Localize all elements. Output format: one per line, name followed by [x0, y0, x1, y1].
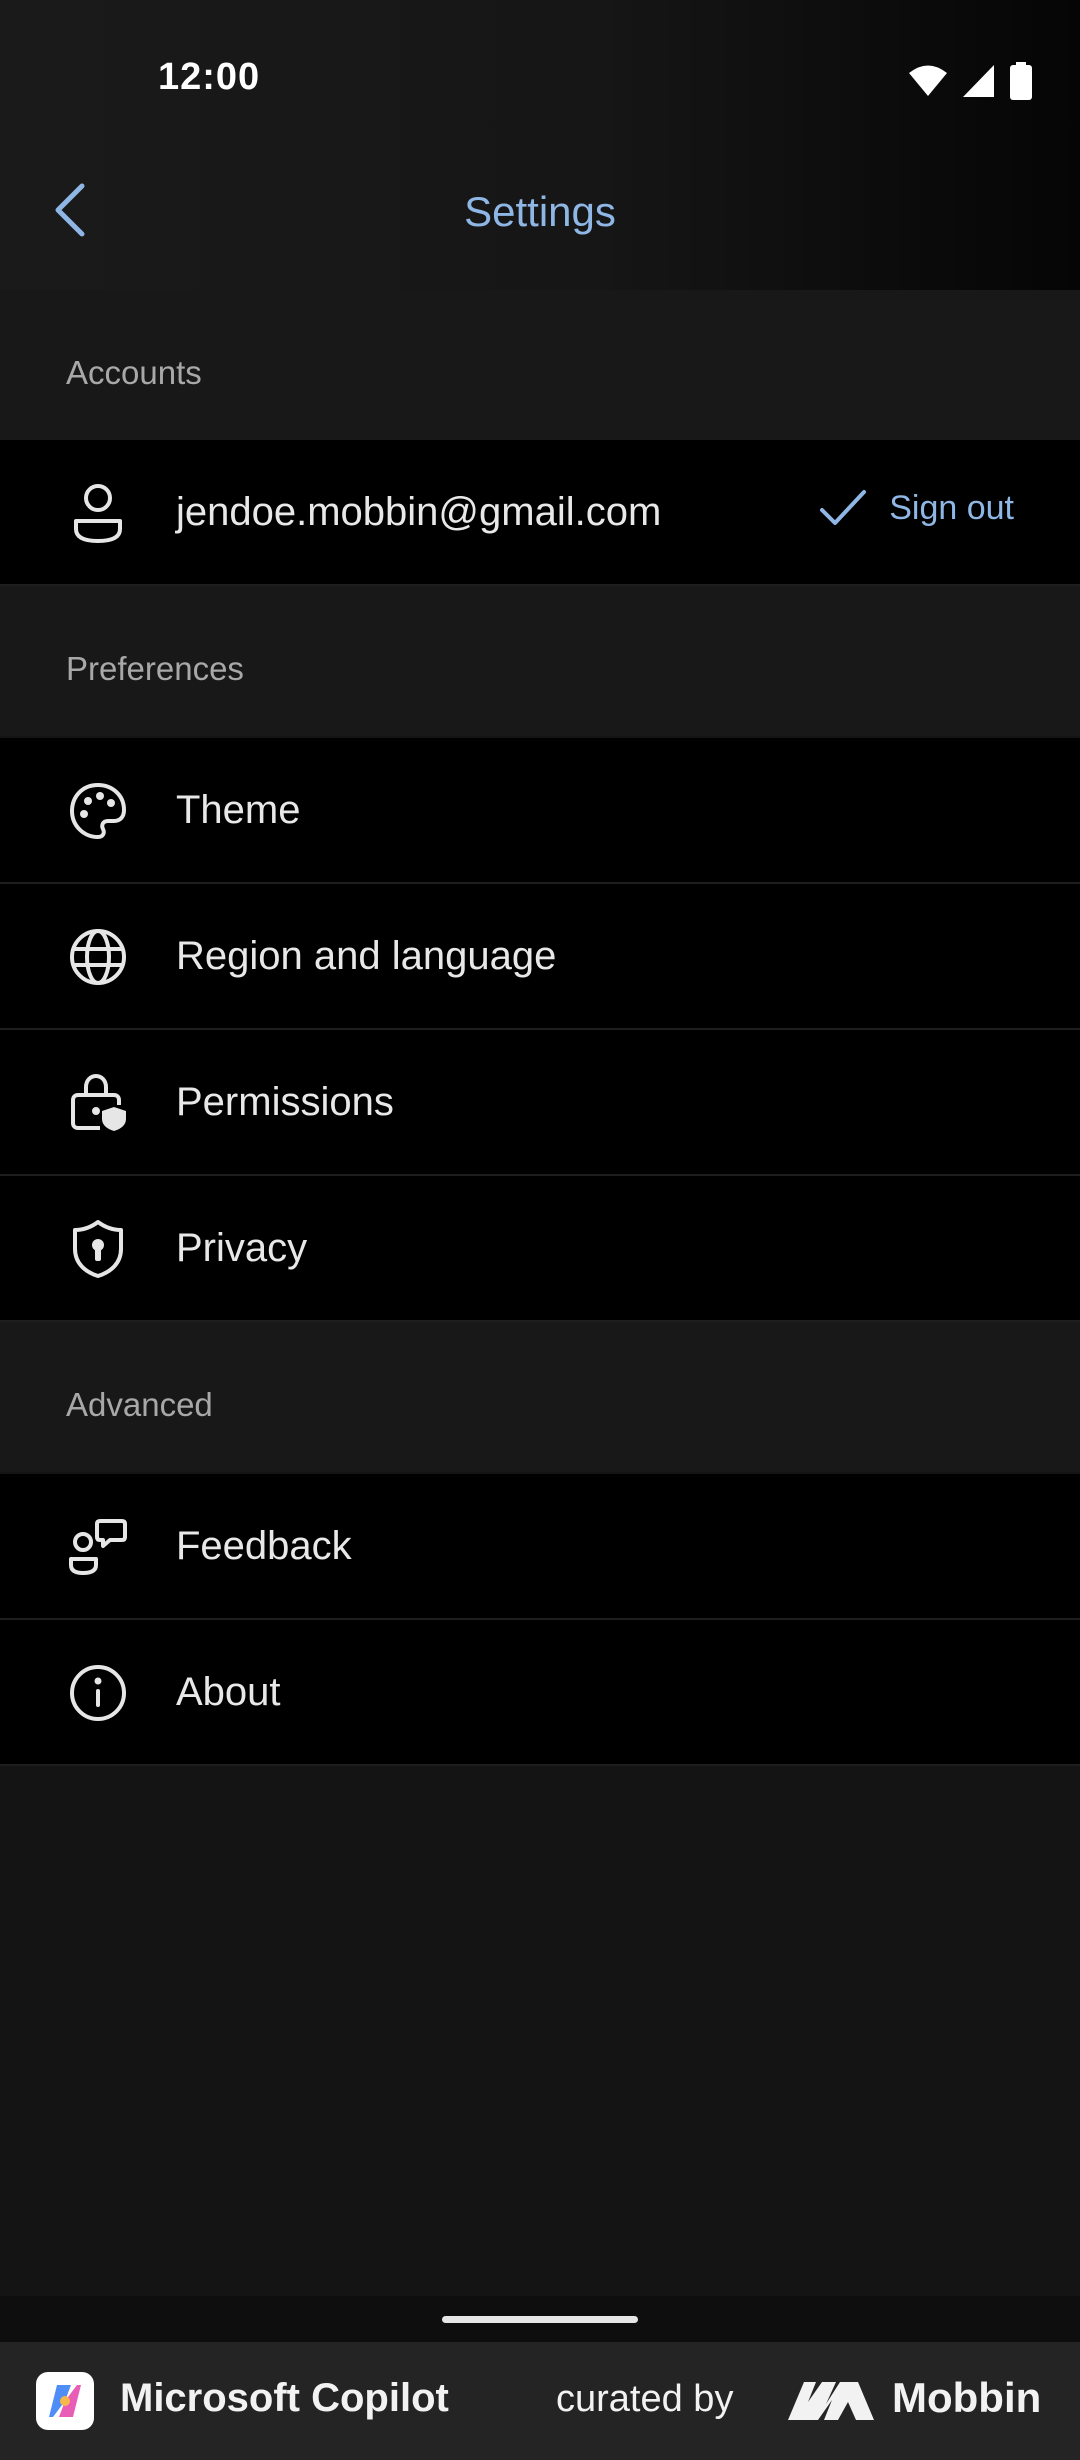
section-title-accounts: Accounts [66, 354, 202, 391]
footer-app-name: Microsoft Copilot [120, 2376, 449, 2420]
feedback-label: Feedback [176, 1524, 352, 1568]
mobbin-logo-icon [788, 2382, 874, 2420]
settings-item-region-language[interactable]: Region and language [0, 884, 1080, 1030]
wifi-icon [909, 65, 947, 96]
attribution-footer: Microsoft Copilot curated by Mobbin [0, 2342, 1080, 2460]
palette-icon [66, 779, 130, 843]
battery-icon [1010, 62, 1032, 100]
section-header-accounts: Accounts [0, 290, 1080, 440]
status-time: 12:00 [158, 56, 261, 98]
privacy-label: Privacy [176, 1226, 308, 1270]
region-language-label: Region and language [176, 934, 557, 978]
settings-item-about[interactable]: About [0, 1620, 1080, 1766]
about-label: About [176, 1670, 281, 1714]
person-icon [66, 481, 130, 545]
section-title-preferences: Preferences [66, 650, 244, 687]
footer-curated-by: curated by [556, 2378, 734, 2420]
section-title-advanced: Advanced [66, 1386, 213, 1423]
cellular-signal-icon [963, 65, 994, 97]
page-title: Settings [464, 188, 616, 235]
permissions-label: Permissions [176, 1080, 394, 1124]
theme-label: Theme [176, 788, 301, 832]
copilot-logo-icon [36, 2372, 94, 2430]
shield-keyhole-icon [66, 1217, 130, 1281]
app-bar: Settings [0, 130, 1080, 290]
sign-out-button[interactable]: Sign out [819, 488, 1014, 528]
section-header-advanced: Advanced [0, 1322, 1080, 1472]
home-indicator[interactable] [442, 2316, 638, 2323]
person-feedback-icon [66, 1515, 130, 1579]
sign-out-label: Sign out [889, 488, 1014, 527]
status-icons [908, 62, 1032, 100]
lock-shield-icon [66, 1071, 130, 1135]
checkmark-icon [820, 490, 867, 525]
settings-item-feedback[interactable]: Feedback [0, 1474, 1080, 1620]
settings-item-permissions[interactable]: Permissions [0, 1030, 1080, 1176]
account-email: jendoe.mobbin@gmail.com [176, 490, 662, 534]
settings-item-privacy[interactable]: Privacy [0, 1176, 1080, 1322]
globe-icon [66, 925, 130, 989]
footer-brand: Mobbin [892, 2374, 1042, 2421]
section-header-preferences: Preferences [0, 586, 1080, 736]
info-icon [66, 1661, 130, 1725]
account-row[interactable]: jendoe.mobbin@gmail.com Sign out [0, 440, 1080, 586]
settings-item-theme[interactable]: Theme [0, 738, 1080, 884]
